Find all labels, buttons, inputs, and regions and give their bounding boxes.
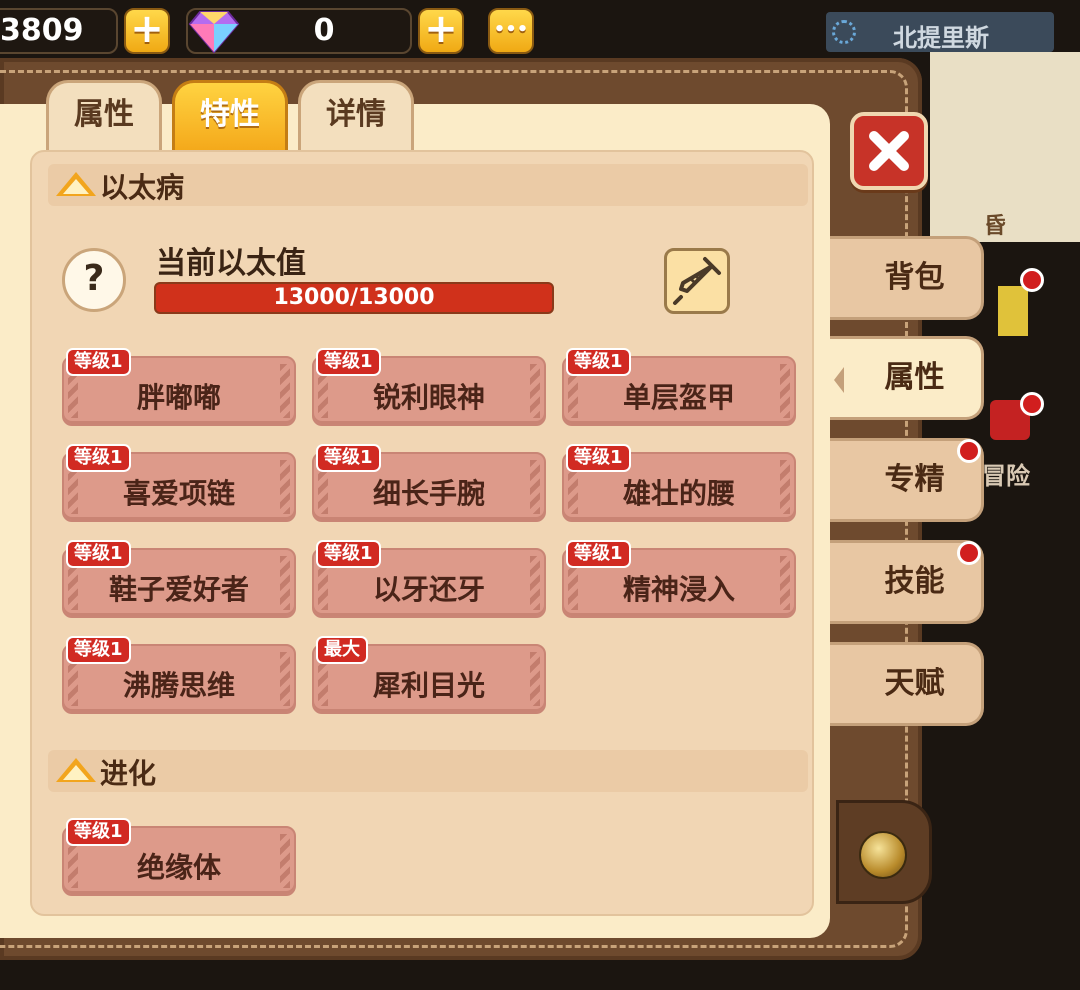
trait-level-badge: 等级1 (66, 348, 131, 376)
trait-name: 喜爱项链 (122, 477, 235, 510)
side-tab-label: 天赋 (884, 666, 945, 701)
more-menu-button[interactable]: ••• (488, 8, 534, 54)
trait-name: 细长手腕 (372, 477, 485, 510)
trait-name: 犀利目光 (372, 669, 485, 702)
trait-name: 鞋子爱好者 (108, 573, 249, 606)
side-tab-talents[interactable]: 天赋 (828, 642, 984, 726)
trait-name: 沸腾思维 (122, 669, 235, 702)
aether-value-text: 13000/13000 (273, 285, 435, 310)
notification-dot (957, 439, 981, 463)
trait-level-badge: 等级1 (66, 818, 131, 846)
close-button[interactable] (850, 112, 928, 190)
side-tab-backpack[interactable]: 背包 (828, 236, 984, 320)
trait-name: 绝缘体 (136, 851, 221, 884)
trait-card[interactable]: 胖嘟嘟 等级1 (62, 348, 296, 426)
trait-name: 胖嘟嘟 (136, 381, 221, 414)
aether-value-label: 当前以太值 (156, 246, 306, 281)
side-tab-label: 技能 (884, 564, 945, 599)
side-tab-label: 属性 (884, 360, 945, 395)
aether-section-title: 以太病 (100, 171, 185, 204)
map-label-adventure: 冒险 (982, 462, 1030, 490)
map-notify-dot (1020, 268, 1044, 292)
map-notify-dot (1020, 392, 1044, 416)
syringe-button[interactable] (664, 248, 730, 314)
trait-level-badge: 等级1 (566, 540, 631, 568)
trait-level-badge: 等级1 (316, 540, 381, 568)
evolution-section-title: 进化 (100, 757, 157, 790)
trait-name: 锐利眼神 (372, 381, 485, 414)
side-tab-mastery[interactable]: 专精 (828, 438, 984, 522)
trait-name: 单层盔甲 (622, 381, 735, 414)
sun-icon (832, 20, 856, 44)
gem-amount: 0 (313, 13, 335, 48)
trait-level-badge: 等级1 (66, 540, 131, 568)
trait-level-badge: 等级1 (66, 444, 131, 472)
trait-card[interactable]: 鞋子爱好者 等级1 (62, 540, 296, 618)
collapse-triangle-icon[interactable] (56, 172, 96, 196)
trait-level-badge: 等级1 (66, 636, 131, 664)
aether-progress-bar: 13000/13000 (154, 282, 554, 314)
trait-level-badge: 等级1 (316, 348, 381, 376)
background-yellow-block-icon (998, 286, 1028, 336)
trait-name: 以牙还牙 (372, 573, 485, 606)
add-gold-button[interactable]: + (124, 8, 170, 54)
gold-counter: 3809 (0, 8, 118, 54)
close-icon (869, 131, 909, 171)
tab-details[interactable]: 详情 (298, 80, 414, 152)
trait-name: 精神浸入 (622, 573, 735, 606)
collapse-triangle-icon[interactable] (56, 758, 96, 782)
map-label-dusk: 昏 (984, 214, 1007, 239)
trait-level-badge: 等级1 (316, 444, 381, 472)
trait-card[interactable]: 单层盔甲 等级1 (562, 348, 796, 426)
trait-card[interactable]: 雄壮的腰 等级1 (562, 444, 796, 522)
chevron-left-icon (834, 367, 844, 393)
help-button[interactable]: ? (62, 248, 126, 312)
question-mark-icon: ? (83, 258, 105, 299)
evolution-section-header (48, 750, 808, 792)
trait-card[interactable]: 犀利目光 最大 (312, 636, 546, 714)
trait-level-badge: 等级1 (566, 348, 631, 376)
trait-card[interactable]: 沸腾思维 等级1 (62, 636, 296, 714)
trait-level-badge: 最大 (316, 636, 368, 664)
trait-level-badge: 等级1 (566, 444, 631, 472)
side-tab-attributes[interactable]: 属性 (828, 336, 984, 420)
gold-amount: 3809 (0, 13, 84, 48)
trait-card[interactable]: 细长手腕 等级1 (312, 444, 546, 522)
syringe-icon (673, 257, 721, 305)
location-name: 北提里斯 (893, 24, 989, 52)
evolution-trait-card[interactable]: 绝缘体 等级1 (62, 818, 296, 896)
trait-card[interactable]: 锐利眼神 等级1 (312, 348, 546, 426)
trait-card[interactable]: 精神浸入 等级1 (562, 540, 796, 618)
tab-attributes[interactable]: 属性 (46, 80, 162, 152)
add-gems-button[interactable]: + (418, 8, 464, 54)
trait-name: 雄壮的腰 (622, 477, 735, 510)
diamond-icon (188, 11, 240, 54)
side-tab-label: 背包 (884, 260, 945, 295)
clasp-button[interactable] (836, 800, 932, 904)
tab-traits[interactable]: 特性 (172, 80, 288, 152)
trait-card[interactable]: 喜爱项链 等级1 (62, 444, 296, 522)
notification-dot (957, 541, 981, 565)
trait-card[interactable]: 以牙还牙 等级1 (312, 540, 546, 618)
clasp-stud-icon (859, 831, 907, 879)
side-tab-skills[interactable]: 技能 (828, 540, 984, 624)
side-tab-label: 专精 (884, 462, 945, 497)
